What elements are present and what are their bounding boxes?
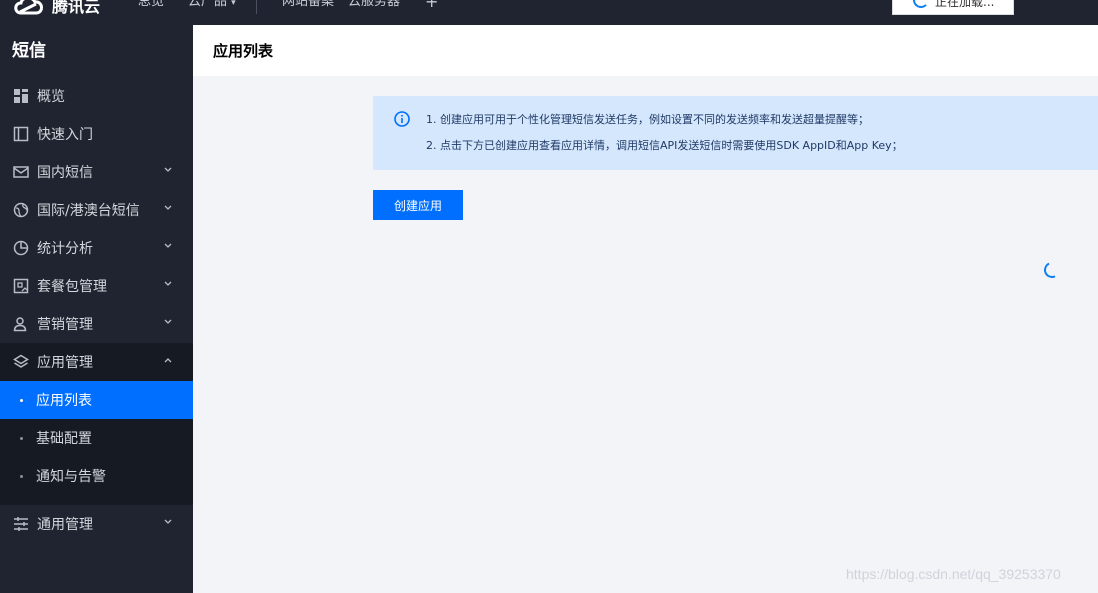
brand-name: 腾讯云 <box>52 0 101 16</box>
sidebar-subitem-app-list[interactable]: 应用列表 <box>0 381 193 419</box>
chevron-up-icon <box>163 355 173 365</box>
chevron-down-icon <box>163 241 173 251</box>
globe-icon <box>12 201 30 219</box>
app-management-submenu: 应用列表 基础配置 通知与告警 <box>0 381 193 505</box>
package-icon <box>12 277 30 295</box>
page-title: 应用列表 <box>213 42 274 60</box>
sidebar-item-overview[interactable]: 概览 <box>0 77 193 115</box>
user-group-icon <box>12 315 30 333</box>
bullet-dot-icon <box>20 475 23 478</box>
content-loading-spinner-icon <box>1041 259 1063 281</box>
loading-indicator: 正在加载... <box>892 0 1014 15</box>
sidebar-item-domestic-sms[interactable]: 国内短信 <box>0 153 193 191</box>
chevron-down-icon <box>163 165 173 175</box>
chevron-down-icon <box>163 279 173 289</box>
sidebar-subitem-basic-config[interactable]: 基础配置 <box>0 419 193 457</box>
bullet-dot-icon <box>20 399 23 402</box>
pie-chart-icon <box>12 239 30 257</box>
sidebar-item-marketing[interactable]: 营销管理 <box>0 305 193 343</box>
bullet-dot-icon <box>20 437 23 440</box>
sidebar-subitem-label: 通知与告警 <box>36 469 106 485</box>
sidebar-item-label: 应用管理 <box>37 355 93 371</box>
nav-products[interactable]: 云产品 ▾ <box>188 0 236 11</box>
sidebar-subitem-label: 基础配置 <box>36 431 92 447</box>
chevron-down-icon <box>163 317 173 327</box>
cloud-logo-icon <box>14 0 43 15</box>
sidebar-item-label: 套餐包管理 <box>37 279 107 295</box>
top-navigation-bar: 腾讯云 总览 云产品 ▾ 网站备案 云服务器 + 正在加载... <box>0 0 1098 25</box>
sidebar-item-label: 国内短信 <box>37 165 93 181</box>
loading-text: 正在加载... <box>935 0 995 9</box>
notice-line-2: 2. 点击下方已创建应用查看应用详情，调用短信API发送短信时需要使用SDK A… <box>426 139 903 152</box>
sidebar-item-package-management[interactable]: 套餐包管理 <box>0 267 193 305</box>
watermark: https://blog.csdn.net/qq_39253370 <box>846 566 1061 582</box>
sidebar-item-international-sms[interactable]: 国际/港澳台短信 <box>0 191 193 229</box>
info-icon <box>394 111 410 127</box>
nav-cvm[interactable]: 云服务器 <box>348 0 400 10</box>
nav-divider <box>256 0 257 14</box>
sidebar-item-quickstart[interactable]: 快速入门 <box>0 115 193 153</box>
sidebar-subitem-notify-alarm[interactable]: 通知与告警 <box>0 457 193 495</box>
sidebar-item-label: 国际/港澳台短信 <box>37 203 140 219</box>
sidebar-item-label: 概览 <box>37 89 65 105</box>
sidebar-item-label: 营销管理 <box>37 317 93 333</box>
sliders-icon <box>12 515 30 533</box>
notice-line-1: 1. 创建应用可用于个性化管理短信发送任务，例如设置不同的发送频率和发送超量提醒… <box>426 113 869 126</box>
loading-spinner-icon <box>913 0 929 8</box>
add-shortcut-icon[interactable]: + <box>425 0 438 11</box>
chevron-down-icon <box>163 203 173 213</box>
nav-icp-filing[interactable]: 网站备案 <box>282 0 334 10</box>
sidebar-item-statistics[interactable]: 统计分析 <box>0 229 193 267</box>
page-header: 应用列表 <box>193 25 1098 76</box>
sidebar: 短信 概览 快速入门 国内短信 国际/港澳台短信 统计分析 套餐包管理 营销管理… <box>0 25 193 593</box>
submenu-spacer <box>0 495 193 505</box>
sidebar-subitem-label: 应用列表 <box>36 393 92 409</box>
info-notice: 1. 创建应用可用于个性化管理短信发送任务，例如设置不同的发送频率和发送超量提醒… <box>373 96 1098 170</box>
nav-overview[interactable]: 总览 <box>138 0 164 10</box>
sidebar-item-label: 快速入门 <box>37 127 93 143</box>
sidebar-title: 短信 <box>12 41 46 61</box>
book-icon <box>12 125 30 143</box>
chevron-down-icon: ▾ <box>231 0 236 8</box>
create-app-button[interactable]: 创建应用 <box>373 190 463 220</box>
sidebar-item-label: 统计分析 <box>37 241 93 257</box>
chevron-down-icon <box>163 517 173 527</box>
mail-icon <box>12 163 30 181</box>
sidebar-item-app-management[interactable]: 应用管理 <box>0 343 193 381</box>
grid-icon <box>12 87 30 105</box>
sidebar-item-label: 通用管理 <box>37 517 93 533</box>
nav-products-label: 云产品 <box>188 0 228 9</box>
layers-icon <box>12 353 30 371</box>
sidebar-item-general-management[interactable]: 通用管理 <box>0 505 193 543</box>
brand-logo[interactable]: 腾讯云 <box>12 0 100 18</box>
